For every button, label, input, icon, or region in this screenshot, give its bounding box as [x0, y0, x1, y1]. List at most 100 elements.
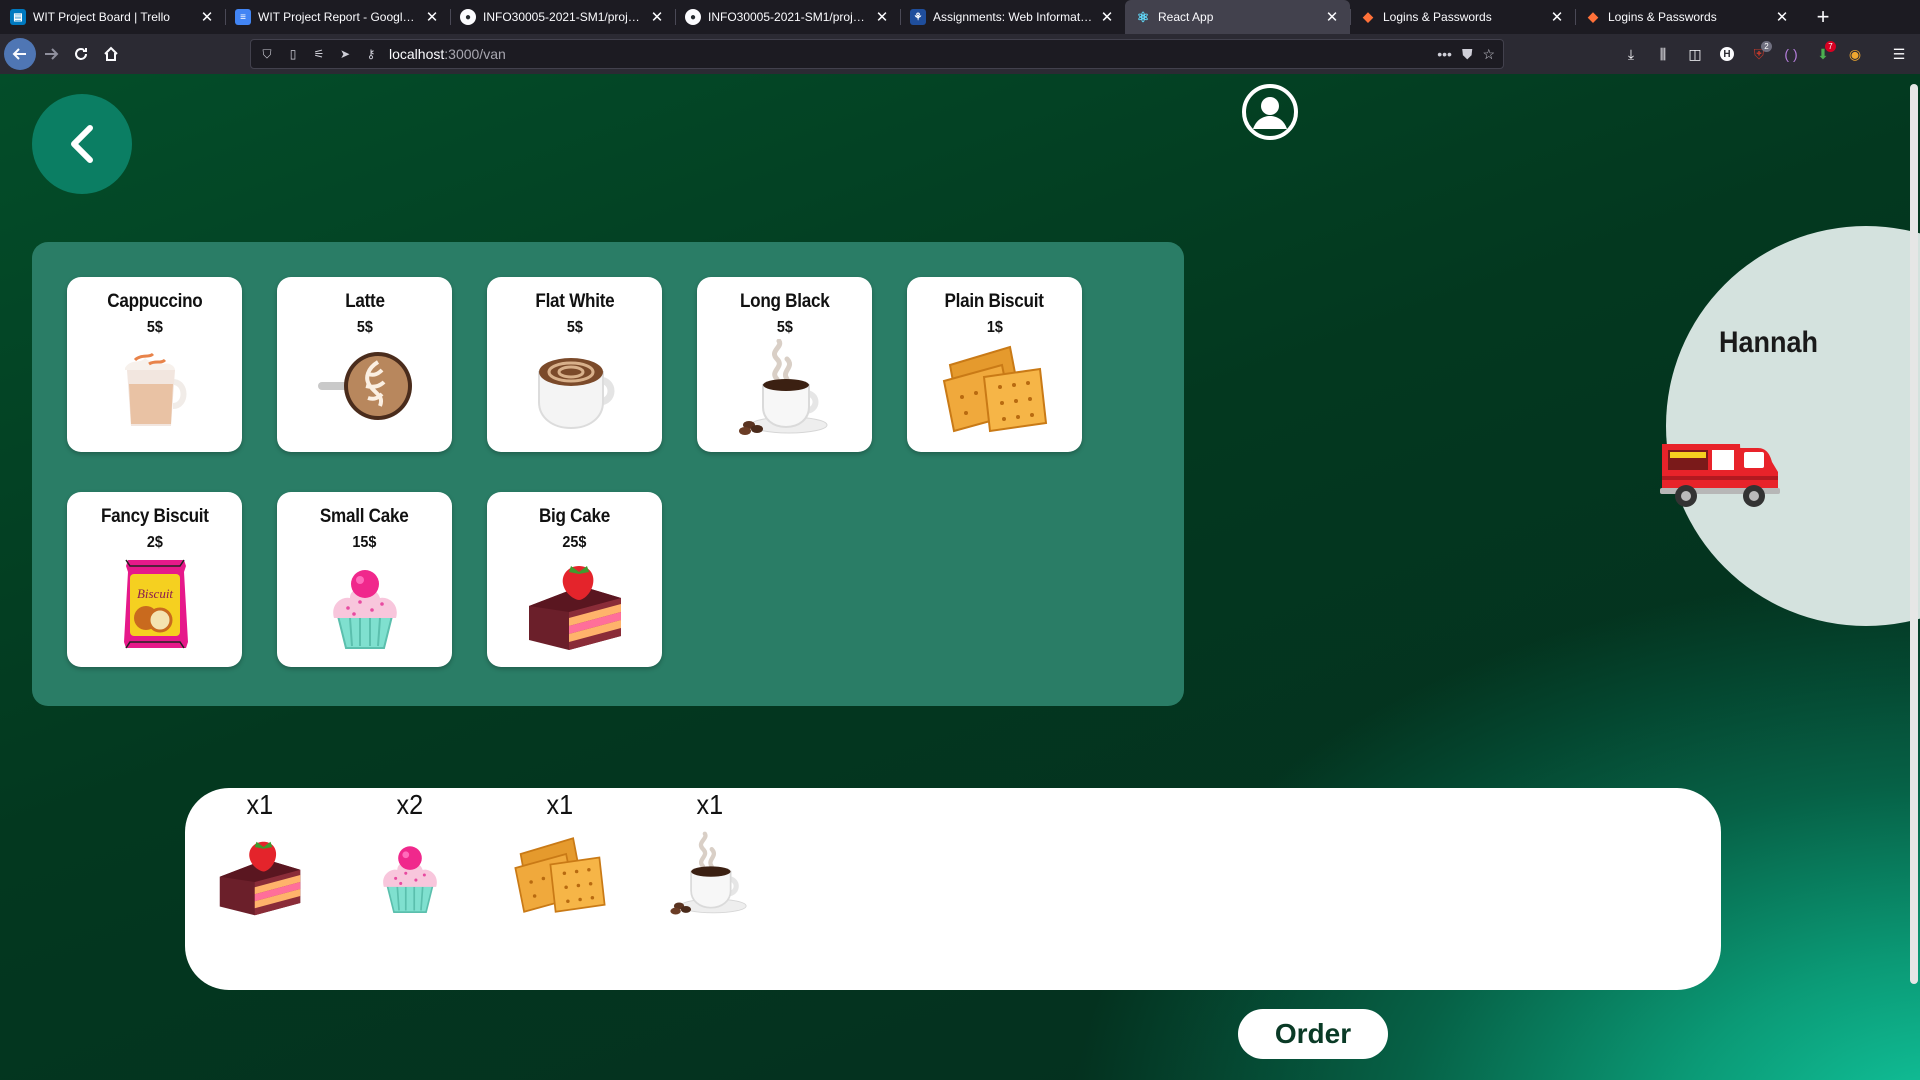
menu-item-cappuccino[interactable]: Cappuccino 5$ — [67, 277, 242, 452]
firefox-lockwise-icon: ◆ — [1363, 9, 1373, 24]
arrow-left-icon — [12, 48, 26, 60]
url-bar[interactable]: ⛉ ▯ ⚟ ➤ ⚷ localhost:3000/van ••• ⛊ ☆ — [250, 39, 1504, 69]
trello-icon: ▤ — [10, 9, 26, 25]
menu-item-small-cake[interactable]: Small Cake 15$ — [277, 492, 452, 667]
close-icon[interactable]: ✕ — [649, 8, 665, 26]
page-icon: ▯ — [289, 47, 297, 61]
menu-item-name: Fancy Biscuit — [100, 506, 209, 527]
canvas-icon: ⚘ — [910, 9, 926, 25]
menu-item-fancy-biscuit[interactable]: Fancy Biscuit 2$ Biscuit — [67, 492, 242, 667]
tab-title: React App — [1158, 10, 1214, 24]
close-icon[interactable]: ✕ — [1099, 8, 1115, 26]
browser-back-button[interactable] — [4, 38, 36, 70]
tab[interactable]: ▤ WIT Project Board | Trello ✕ — [0, 0, 225, 34]
key-icon[interactable]: ⚷ — [361, 44, 381, 64]
brackets-icon[interactable]: ( ) — [1778, 41, 1804, 67]
browser-forward-button[interactable] — [36, 39, 66, 69]
close-icon[interactable]: ✕ — [199, 8, 215, 26]
cart-item-quantity: x1 — [546, 789, 574, 820]
ublock-icon[interactable]: ⛨ 2 — [1746, 41, 1772, 67]
tab-title: INFO30005-2021-SM1/project — [708, 10, 868, 24]
menu-item-plain-biscuit[interactable]: Plain Biscuit 1$ — [907, 277, 1082, 452]
menu-item-name: Flat White — [534, 291, 615, 312]
close-icon[interactable]: ✕ — [424, 8, 440, 26]
home-icon — [104, 46, 118, 61]
menu-item-latte[interactable]: Latte 5$ — [277, 277, 452, 452]
fancy-biscuit-icon: Biscuit — [95, 556, 215, 652]
svg-text:Biscuit: Biscuit — [136, 586, 172, 601]
extension-face-icon[interactable]: ◉ — [1842, 41, 1868, 67]
menu-panel: Cappuccino 5$ Latte 5$ Flat White 5$ Lon… — [32, 242, 1184, 706]
menu-item-long-black[interactable]: Long Black 5$ — [697, 277, 872, 452]
tab[interactable]: ≡ WIT Project Report - Google Docs ✕ — [225, 0, 450, 34]
menu-item-price: 5$ — [566, 319, 583, 336]
small-cake-icon — [305, 556, 425, 652]
permissions-icon[interactable]: ⚟ — [309, 44, 329, 64]
github-icon: ● — [460, 9, 476, 25]
menu-item-price: 15$ — [352, 534, 377, 551]
extension-h-icon[interactable]: H — [1714, 41, 1740, 67]
order-button[interactable]: Order — [1238, 1009, 1388, 1059]
arrow-right-icon — [45, 48, 59, 60]
toolbar-extensions: ⤓ ⫼ ◫ H ⛨ 2 ( ) ⬇ 7 ◉ ☰ — [1618, 39, 1912, 69]
close-icon[interactable]: ✕ — [1324, 8, 1340, 26]
cart-item-quantity: x1 — [696, 789, 724, 820]
profile-button[interactable] — [1240, 82, 1300, 142]
menu-item-flat-white[interactable]: Flat White 5$ — [487, 277, 662, 452]
menu-item-price: 2$ — [146, 534, 163, 551]
tab-title: WIT Project Board | Trello — [33, 10, 170, 24]
close-icon[interactable]: ✕ — [1774, 8, 1790, 26]
react-icon: ⚛ — [1136, 8, 1150, 25]
menu-item-name: Big Cake — [538, 506, 611, 527]
cart-item[interactable]: x1 — [505, 788, 615, 920]
menu-item-name: Latte — [344, 291, 385, 312]
cart-item[interactable]: x2 — [355, 788, 465, 920]
home-button[interactable] — [96, 39, 126, 69]
google-docs-icon: ≡ — [235, 9, 251, 25]
addon-badge: 7 — [1825, 41, 1836, 52]
menu-item-price: 5$ — [146, 319, 163, 336]
menu-item-name: Small Cake — [320, 506, 409, 527]
food-truck-icon — [1660, 430, 1782, 510]
cappuccino-icon — [95, 341, 215, 437]
location-icon[interactable]: ➤ — [335, 44, 355, 64]
sidebar-icon[interactable]: ◫ — [1682, 41, 1708, 67]
reload-button[interactable] — [66, 39, 96, 69]
hamburger-menu-icon[interactable]: ☰ — [1886, 41, 1912, 67]
bookmark-star-icon[interactable]: ☆ — [1482, 46, 1495, 63]
more-icon[interactable]: ••• — [1437, 46, 1452, 62]
latte-icon — [305, 341, 425, 437]
addon-icon[interactable]: ⬇ 7 — [1810, 41, 1836, 67]
menu-item-name: Long Black — [739, 291, 830, 312]
download-icon[interactable]: ⤓ — [1618, 41, 1644, 67]
tab[interactable]: ● INFO30005-2021-SM1/project ✕ — [450, 0, 675, 34]
firefox-lockwise-icon: ◆ — [1588, 9, 1598, 24]
scrollbar[interactable] — [1910, 84, 1918, 984]
shield-icon[interactable]: ⛉ — [257, 44, 277, 64]
library-icon[interactable]: ⫼ — [1650, 41, 1676, 67]
menu-item-name: Plain Biscuit — [944, 291, 1045, 312]
tab[interactable]: ◆ Logins & Passwords ✕ — [1350, 0, 1575, 34]
tab[interactable]: ● INFO30005-2021-SM1/project ✕ — [675, 0, 900, 34]
new-tab-button[interactable]: + — [1806, 0, 1840, 34]
pocket-icon[interactable]: ⛊ — [1462, 46, 1473, 63]
close-icon[interactable]: ✕ — [874, 8, 890, 26]
tab[interactable]: ⚘ Assignments: Web Information ✕ — [900, 0, 1125, 34]
tab-title: INFO30005-2021-SM1/project — [483, 10, 643, 24]
menu-item-price: 5$ — [356, 319, 373, 336]
cart-item-quantity: x2 — [396, 789, 424, 820]
back-button[interactable] — [32, 94, 132, 194]
tab-active[interactable]: ⚛ React App ✕ — [1125, 0, 1350, 34]
plain-biscuit-icon — [935, 341, 1055, 437]
github-icon: ● — [685, 9, 701, 25]
url-text[interactable]: localhost:3000/van — [389, 46, 506, 62]
close-icon[interactable]: ✕ — [1549, 8, 1565, 26]
tab[interactable]: ◆ Logins & Passwords ✕ — [1575, 0, 1800, 34]
ublock-badge: 2 — [1761, 41, 1772, 52]
url-path: :3000/van — [444, 46, 506, 62]
menu-item-big-cake[interactable]: Big Cake 25$ — [487, 492, 662, 667]
menu-item-price: 5$ — [776, 319, 793, 336]
cart-item[interactable]: x1 — [205, 788, 315, 920]
cart-item[interactable]: x1 — [655, 788, 765, 920]
menu-item-price: 1$ — [986, 319, 1003, 336]
